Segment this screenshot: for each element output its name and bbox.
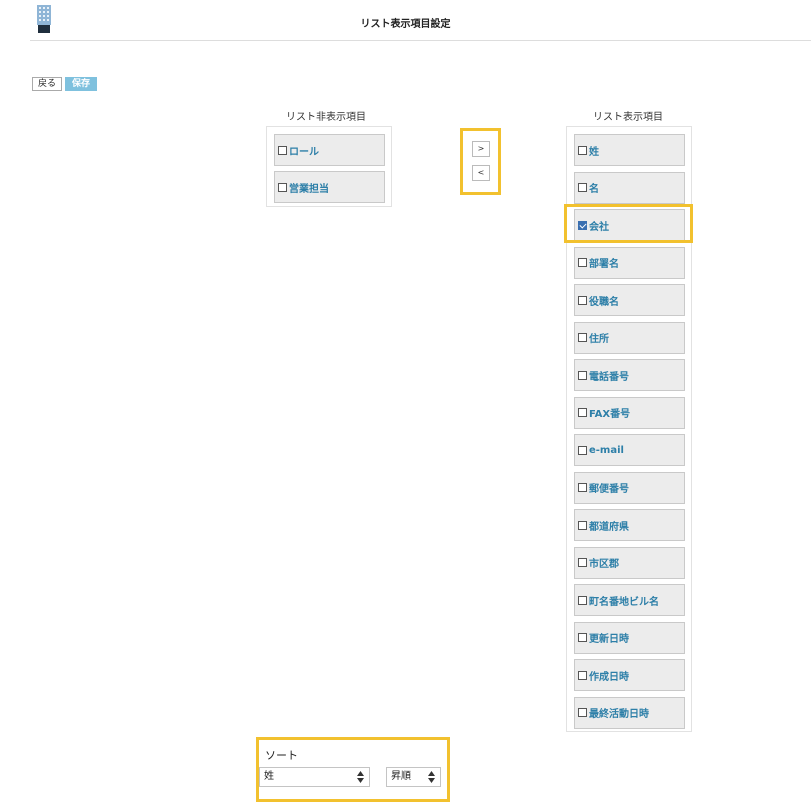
header: リスト表示項目設定 — [0, 0, 811, 42]
move-to-hidden-button[interactable]: < — [472, 165, 490, 181]
visible-items-list: 姓名会社部署名役職名住所電話番号 FAX番号 e-mail 郵便番号都道府県市区郡町名… — [566, 126, 692, 732]
save-button[interactable]: 保存 — [65, 77, 97, 91]
hidden-items-list: ロール 営業担当 — [266, 126, 392, 207]
visible-item[interactable]: 市区郡 — [574, 546, 685, 579]
checkbox[interactable] — [278, 182, 287, 192]
visible-item[interactable]: 町名番地ビル名 — [574, 584, 685, 616]
move-buttons-group: > < — [462, 130, 500, 193]
checkbox[interactable] — [578, 333, 587, 342]
sort-order-value: 昇順 — [391, 771, 411, 782]
item-label: 部署名 — [589, 259, 619, 270]
item-label: 町名番地ビル名 — [589, 596, 659, 608]
sort-label: ソート — [265, 749, 298, 762]
checkbox[interactable] — [578, 408, 587, 417]
item-label: 更新日時 — [589, 634, 629, 645]
page-title: リスト表示項目設定 — [360, 19, 451, 30]
checkbox[interactable] — [278, 145, 287, 155]
visible-item[interactable]: e-mail — [574, 434, 685, 466]
item-label: 役職名 — [589, 296, 619, 308]
visible-item[interactable]: 都道府県 — [574, 509, 685, 541]
back-button[interactable]: 戻る — [32, 77, 62, 91]
visible-item[interactable]: 部署名 — [574, 246, 685, 279]
item-label: 姓 — [589, 146, 599, 158]
checkbox[interactable] — [578, 220, 587, 230]
checkbox[interactable] — [578, 370, 587, 380]
hidden-item-role[interactable]: ロール — [274, 134, 385, 166]
item-label: 都道府県 — [589, 521, 629, 533]
item-label: 住所 — [589, 334, 609, 345]
checkbox[interactable] — [578, 670, 587, 680]
visible-item[interactable]: 電話番号 — [574, 359, 685, 391]
checkbox[interactable] — [578, 258, 587, 267]
move-to-visible-button[interactable]: > — [472, 141, 490, 157]
hidden-item-sales-rep[interactable]: 営業担当 — [274, 171, 385, 203]
visible-item[interactable]: 会社 — [574, 209, 685, 241]
sort-order-select[interactable]: 昇順 — [386, 767, 441, 787]
item-label: 名 — [589, 184, 599, 195]
select-arrows-icon — [428, 771, 435, 783]
visible-item[interactable]: 役職名 — [574, 284, 685, 316]
checkbox[interactable] — [578, 595, 587, 605]
sort-field-select[interactable]: 姓 — [259, 767, 370, 787]
header-divider — [30, 40, 811, 41]
visible-item[interactable]: 住所 — [574, 321, 685, 354]
checkbox[interactable] — [578, 633, 587, 642]
visible-item[interactable]: 最終活動日時 — [574, 696, 685, 729]
item-label: 最終活動日時 — [589, 709, 649, 720]
item-label: 営業担当 — [289, 183, 329, 195]
visible-item[interactable]: 作成日時 — [574, 659, 685, 691]
visible-item[interactable]: 郵便番号 — [574, 471, 685, 504]
item-label: 電話番号 — [589, 371, 629, 383]
visible-item[interactable]: 姓 — [574, 134, 685, 166]
checkbox[interactable] — [578, 558, 587, 567]
checkbox[interactable] — [578, 295, 587, 305]
visible-item[interactable]: FAX番号 — [574, 396, 685, 429]
visible-item[interactable]: 更新日時 — [574, 621, 685, 654]
item-label: 作成日時 — [589, 671, 629, 683]
checkbox[interactable] — [578, 183, 587, 192]
checkbox[interactable] — [578, 483, 587, 492]
select-arrows-icon — [357, 771, 364, 783]
sort-field-value: 姓 — [264, 771, 274, 782]
item-label: 市区郡 — [589, 559, 619, 570]
item-label: 郵便番号 — [589, 484, 629, 495]
item-label: FAX番号 — [589, 409, 631, 420]
checkbox[interactable] — [578, 520, 587, 530]
page: リスト表示項目設定 戻る 保存 リスト非表示項目 ロール 営業担当 > < リス… — [0, 0, 811, 807]
visible-item[interactable]: 名 — [574, 171, 685, 204]
item-label: e-mail — [589, 444, 624, 456]
hidden-column-title: リスト非表示項目 — [286, 112, 366, 123]
item-label: ロール — [289, 146, 319, 158]
checkbox[interactable] — [578, 708, 587, 717]
visible-column-title: リスト表示項目 — [593, 112, 663, 123]
checkbox[interactable] — [578, 145, 587, 155]
item-label: 会社 — [589, 221, 609, 233]
checkbox[interactable] — [578, 445, 587, 455]
